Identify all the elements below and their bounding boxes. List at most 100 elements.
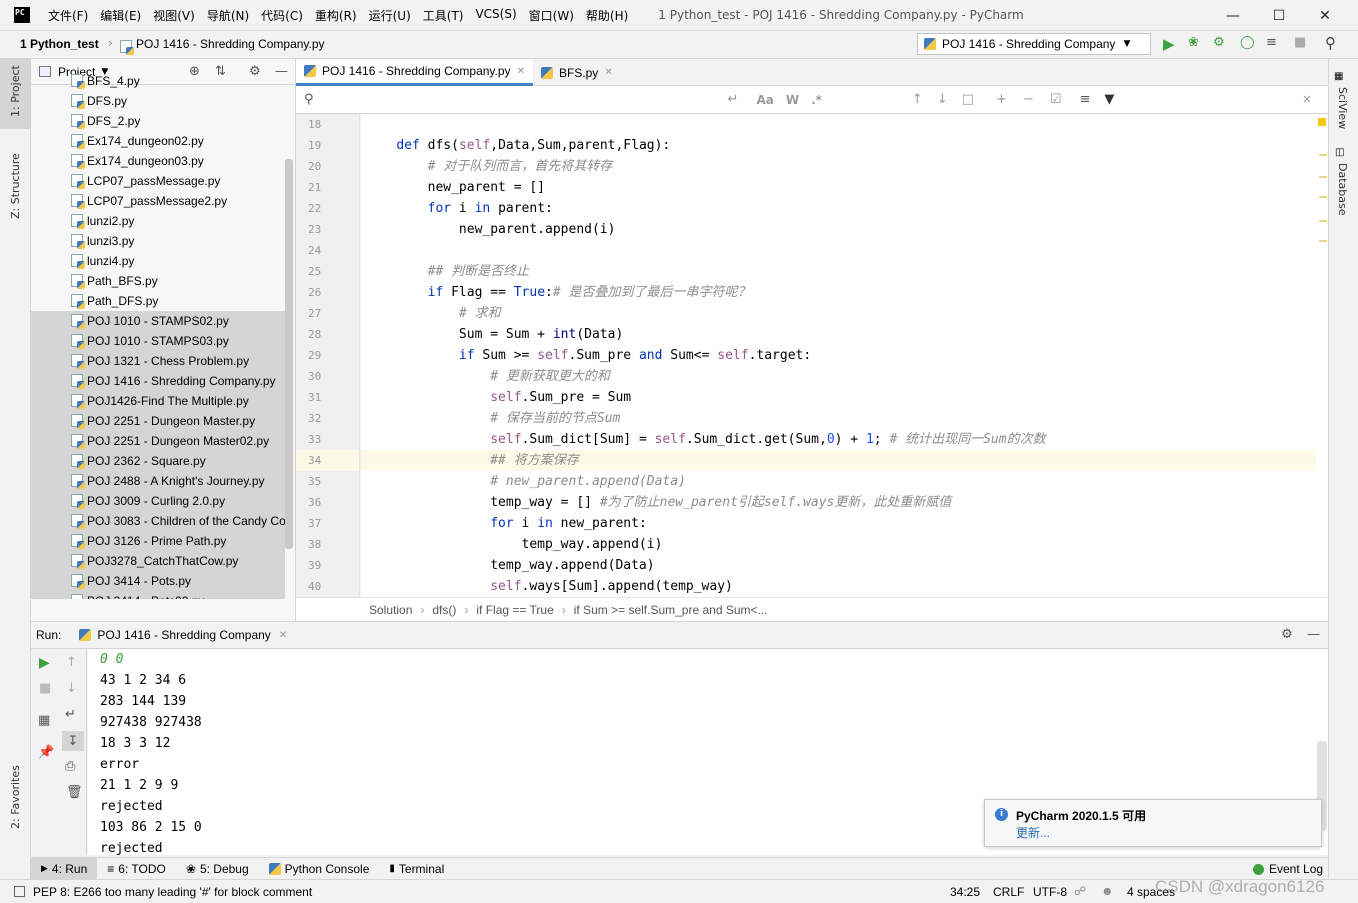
tree-scrollbar[interactable] bbox=[285, 159, 293, 549]
tree-file-item[interactable]: lunzi3.py bbox=[31, 231, 285, 251]
close-window-button[interactable]: ✕ bbox=[1302, 0, 1348, 31]
whole-words-icon[interactable]: W bbox=[786, 93, 799, 107]
coverage-icon[interactable]: ⚙ bbox=[1213, 35, 1225, 50]
search-input[interactable] bbox=[317, 89, 708, 110]
python-console-tool-tab[interactable]: Python Console bbox=[259, 858, 380, 880]
tree-file-item[interactable]: LCP07_passMessage.py bbox=[31, 171, 285, 191]
terminal-tool-tab[interactable]: ▮ Terminal bbox=[379, 858, 454, 880]
hide-icon[interactable]: — bbox=[1307, 627, 1320, 642]
warning-stripe[interactable] bbox=[1319, 196, 1327, 198]
regex-icon[interactable]: .* bbox=[811, 93, 822, 107]
warning-stripe[interactable] bbox=[1319, 240, 1327, 242]
structure-tool-tab[interactable]: Z: Structure bbox=[9, 153, 22, 219]
toggle-tool-windows-icon[interactable] bbox=[14, 886, 25, 897]
search-icon[interactable]: ⚲ bbox=[304, 92, 314, 107]
project-tool-tab[interactable]: 1: Project bbox=[9, 65, 22, 117]
file-encoding[interactable]: UTF-8 bbox=[1033, 885, 1067, 899]
tree-file-item[interactable]: Ex174_dungeon02.py bbox=[31, 131, 285, 151]
tree-file-item[interactable]: POJ 3414 - Pots02.py bbox=[31, 591, 285, 599]
scroll-to-end-icon[interactable]: ↧ bbox=[62, 731, 84, 751]
debug-tool-tab[interactable]: ❀ 5: Debug bbox=[176, 858, 259, 880]
tree-file-item[interactable]: POJ 1010 - STAMPS02.py bbox=[31, 311, 285, 331]
remove-selection-icon[interactable]: − bbox=[1023, 92, 1034, 107]
sciview-tool-tab[interactable]: SciView bbox=[1336, 87, 1349, 129]
warning-stripe[interactable] bbox=[1319, 176, 1327, 178]
tree-file-item[interactable]: POJ1426-Find The Multiple.py bbox=[31, 391, 285, 411]
menu-vcs[interactable]: VCS(S) bbox=[469, 7, 522, 24]
status-message[interactable]: PEP 8: E266 too many leading '#' for blo… bbox=[33, 885, 312, 899]
tree-file-item[interactable]: POJ 2251 - Dungeon Master.py bbox=[31, 411, 285, 431]
menu-run[interactable]: 运行(U) bbox=[363, 7, 417, 24]
filter-icon[interactable]: ▼ bbox=[1104, 92, 1114, 107]
menu-view[interactable]: 视图(V) bbox=[147, 7, 201, 24]
tree-file-item[interactable]: lunzi2.py bbox=[31, 211, 285, 231]
close-tab-icon[interactable]: ✕ bbox=[604, 67, 612, 78]
down-arrow-icon[interactable]: ↓ bbox=[66, 681, 77, 696]
breadcrumb-project[interactable]: 1 Python_test bbox=[20, 37, 99, 51]
print-icon[interactable]: ⎙ bbox=[65, 759, 75, 774]
menu-edit[interactable]: 编辑(E) bbox=[94, 7, 147, 24]
search-everywhere-icon[interactable]: ⚲ bbox=[1325, 34, 1336, 52]
tree-file-item[interactable]: Path_DFS.py bbox=[31, 291, 285, 311]
tree-file-item[interactable]: POJ 2488 - A Knight's Journey.py bbox=[31, 471, 285, 491]
filter-options-icon[interactable]: ≡ bbox=[1080, 92, 1091, 107]
stop-icon[interactable]: ■ bbox=[39, 681, 51, 696]
tree-file-item[interactable]: POJ 2362 - Square.py bbox=[31, 451, 285, 471]
tree-file-item[interactable]: DFS_2.py bbox=[31, 111, 285, 131]
rerun-icon[interactable]: ▶ bbox=[39, 655, 50, 671]
wrap-icon[interactable]: ↵ bbox=[728, 92, 739, 107]
menu-file[interactable]: 文件(F) bbox=[42, 7, 94, 24]
close-find-icon[interactable]: ✕ bbox=[1302, 93, 1311, 106]
menu-tools[interactable]: 工具(T) bbox=[417, 7, 470, 24]
next-occurrence-icon[interactable]: ↓ bbox=[937, 92, 948, 107]
database-tool-tab[interactable]: Database bbox=[1336, 163, 1349, 216]
tree-file-item[interactable]: BFS_4.py bbox=[31, 71, 285, 91]
warning-stripe[interactable] bbox=[1319, 220, 1327, 222]
menu-code[interactable]: 代码(C) bbox=[255, 7, 309, 24]
caret-position[interactable]: 34:25 bbox=[950, 885, 980, 899]
menu-window[interactable]: 窗口(W) bbox=[523, 7, 580, 24]
warning-marker[interactable] bbox=[1318, 118, 1326, 126]
match-case-icon[interactable]: Aa bbox=[756, 93, 773, 107]
close-run-tab-icon[interactable]: ✕ bbox=[279, 630, 287, 641]
tree-file-item[interactable]: POJ 1010 - STAMPS03.py bbox=[31, 331, 285, 351]
stop-icon[interactable]: ■ bbox=[1294, 35, 1306, 50]
update-link[interactable]: 更新... bbox=[1016, 824, 1050, 841]
tree-file-item[interactable]: LCP07_passMessage2.py bbox=[31, 191, 285, 211]
run-config-dropdown[interactable]: POJ 1416 - Shredding Company ▼ bbox=[917, 33, 1151, 55]
tab-bfs[interactable]: BFS.py ✕ bbox=[533, 59, 621, 86]
breadcrumb-if-sum[interactable]: if Sum >= self.Sum_pre and Sum<... bbox=[574, 603, 768, 617]
tree-file-item[interactable]: Path_BFS.py bbox=[31, 271, 285, 291]
menu-navigate[interactable]: 导航(N) bbox=[201, 7, 255, 24]
menu-refactor[interactable]: 重构(R) bbox=[309, 7, 363, 24]
up-arrow-icon[interactable]: ↑ bbox=[66, 655, 77, 670]
maximize-button[interactable]: ☐ bbox=[1256, 0, 1302, 31]
tree-file-item[interactable]: POJ 2251 - Dungeon Master02.py bbox=[31, 431, 285, 451]
restore-layout-icon[interactable]: ▦ bbox=[38, 713, 50, 728]
tab-shredding-company[interactable]: POJ 1416 - Shredding Company.py ✕ bbox=[296, 59, 533, 86]
previous-occurrence-icon[interactable]: ↑ bbox=[912, 92, 923, 107]
find-in-window-icon[interactable]: □ bbox=[962, 92, 974, 107]
tree-file-item[interactable]: POJ 3414 - Pots.py bbox=[31, 571, 285, 591]
breadcrumb-file[interactable]: POJ 1416 - Shredding Company.py bbox=[136, 37, 325, 51]
code-editor[interactable]: def dfs(self,Data,Sum,parent,Flag): # 对于… bbox=[361, 114, 1316, 597]
tree-file-item[interactable]: POJ 1321 - Chess Problem.py bbox=[31, 351, 285, 371]
add-selection-icon[interactable]: + bbox=[996, 92, 1007, 107]
tree-file-item[interactable]: Ex174_dungeon03.py bbox=[31, 151, 285, 171]
lock-icon[interactable]: ☍ bbox=[1074, 884, 1086, 898]
tree-file-item[interactable]: POJ 3083 - Children of the Candy Co bbox=[31, 511, 285, 531]
tree-file-item[interactable]: POJ 3126 - Prime Path.py bbox=[31, 531, 285, 551]
update-notification[interactable]: i PyCharm 2020.1.5 可用 更新... bbox=[984, 799, 1322, 847]
minimize-button[interactable]: — bbox=[1210, 0, 1256, 31]
warning-stripe[interactable] bbox=[1319, 154, 1327, 156]
profile-icon[interactable]: ◯ bbox=[1240, 35, 1255, 50]
run-config-tab[interactable]: POJ 1416 - Shredding Company bbox=[97, 628, 270, 642]
breadcrumb-class[interactable]: Solution bbox=[369, 603, 412, 617]
breadcrumb-if-flag[interactable]: if Flag == True bbox=[476, 603, 553, 617]
tree-file-item[interactable]: POJ 3009 - Curling 2.0.py bbox=[31, 491, 285, 511]
select-all-occurrences-icon[interactable]: ☑ bbox=[1050, 92, 1062, 107]
breadcrumb-function[interactable]: dfs() bbox=[432, 603, 456, 617]
line-separator[interactable]: CRLF bbox=[993, 885, 1024, 899]
pin-icon[interactable]: 📌 bbox=[38, 745, 54, 760]
gear-icon[interactable]: ⚙ bbox=[1281, 627, 1293, 642]
